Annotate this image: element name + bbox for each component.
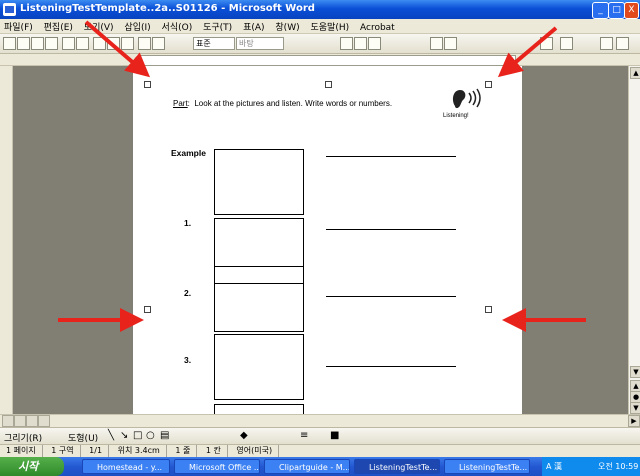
arrow-top-left bbox=[84, 20, 151, 78]
arrow-top-right bbox=[497, 26, 558, 78]
annotation-arrows bbox=[58, 20, 586, 332]
